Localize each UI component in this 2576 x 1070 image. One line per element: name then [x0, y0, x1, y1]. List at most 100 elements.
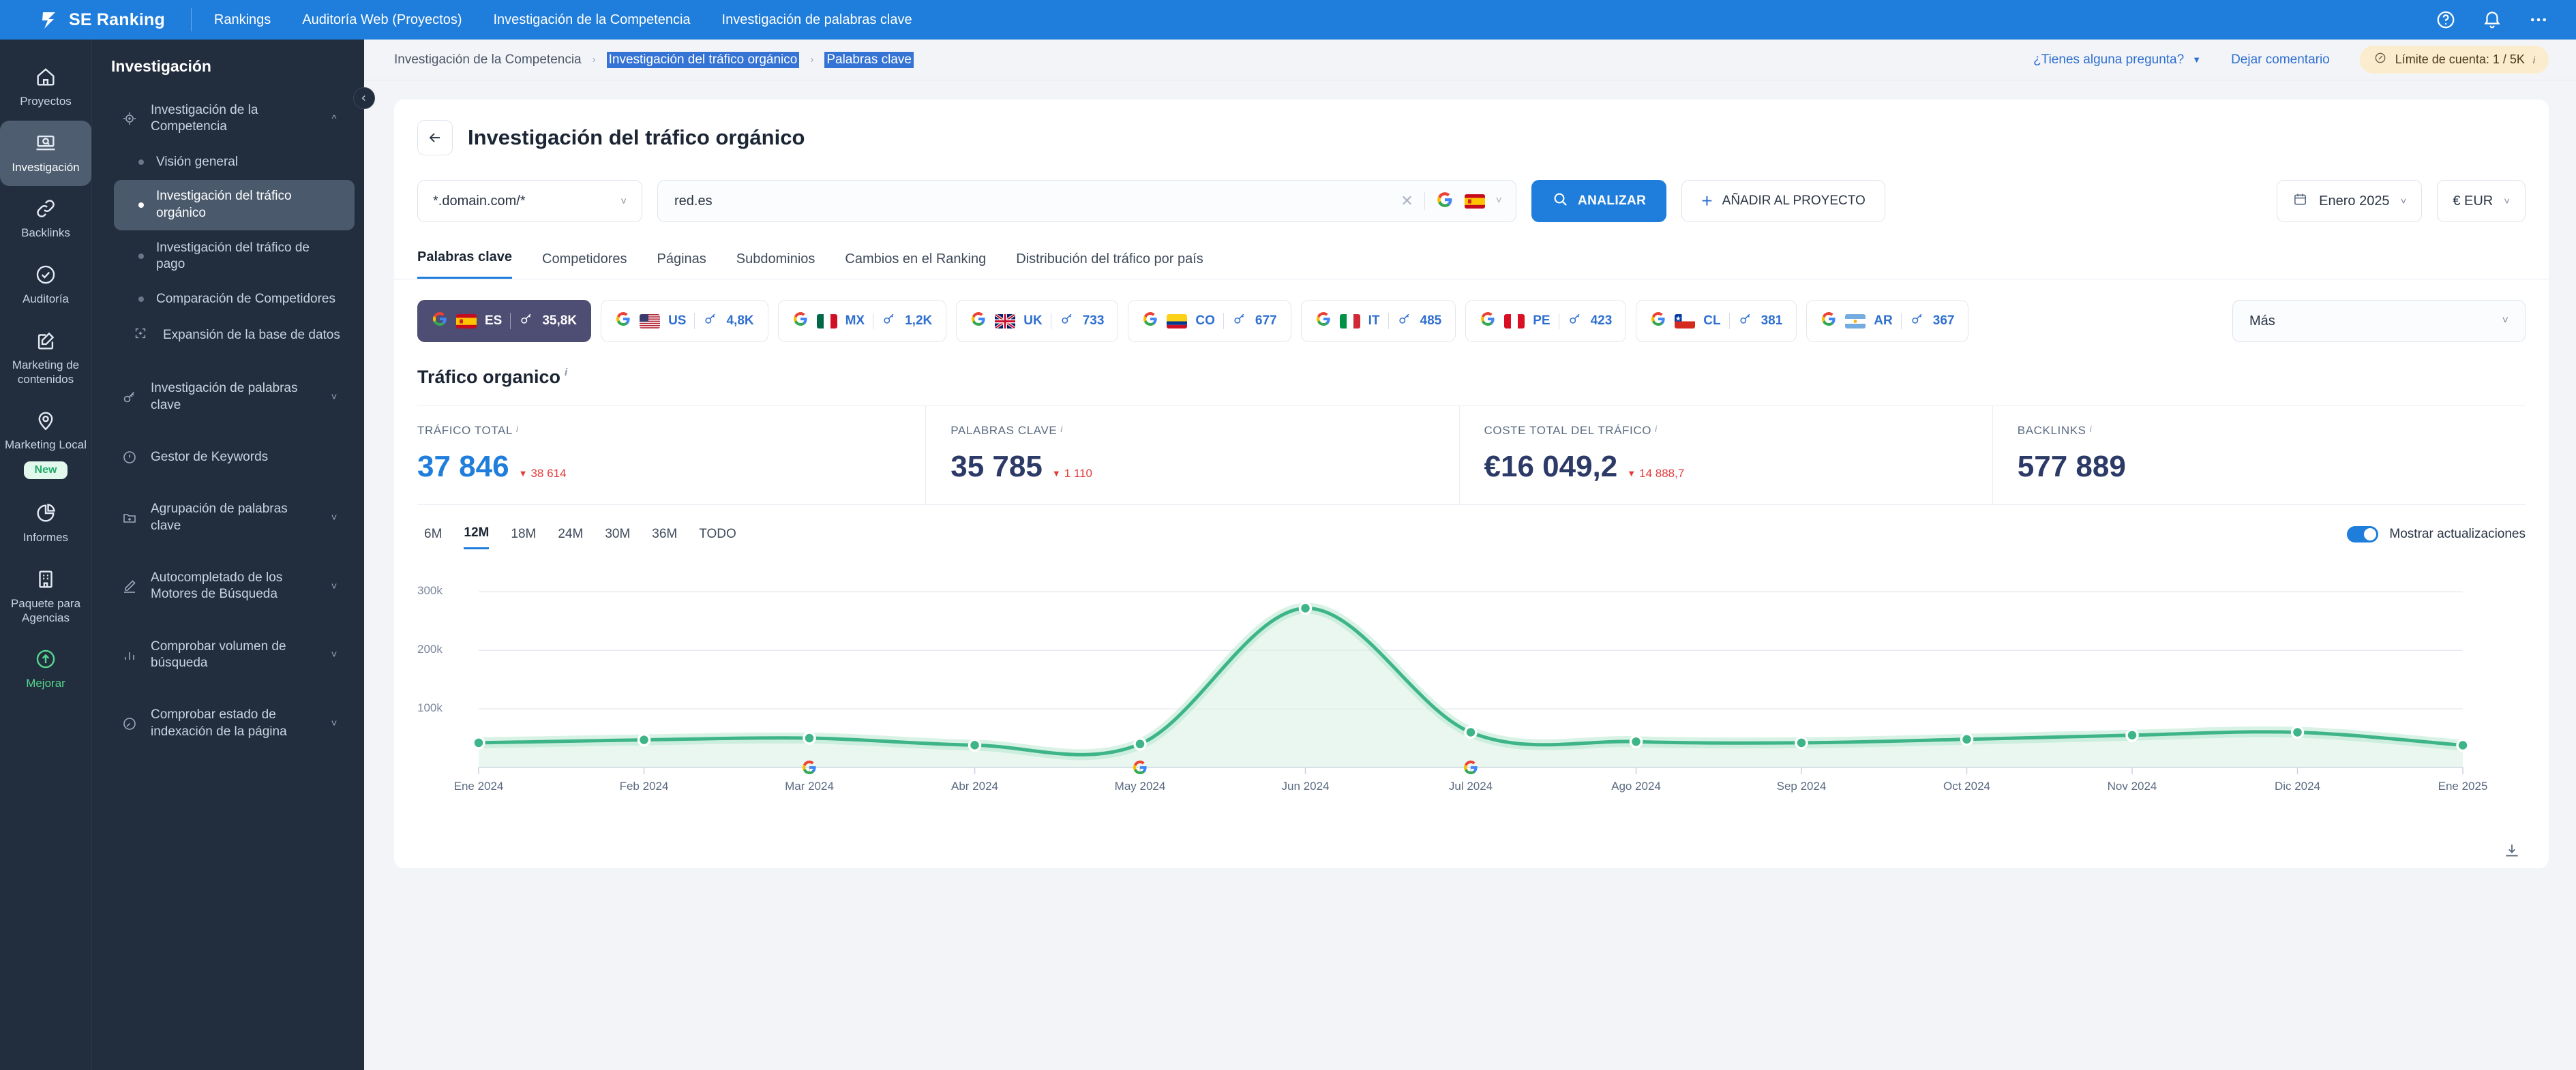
info-icon[interactable]: i: [516, 424, 519, 434]
back-button[interactable]: [417, 120, 453, 155]
search-field[interactable]: ✕: [657, 180, 1516, 222]
tab-competidores[interactable]: Competidores: [542, 251, 627, 279]
expand-icon: [133, 326, 151, 346]
date-range-select[interactable]: Enero 2025 ˅: [2277, 180, 2423, 222]
breadcrumb-item-competencia[interactable]: Investigación de la Competencia: [394, 52, 582, 67]
country-chip-it[interactable]: IT 485: [1300, 300, 1456, 342]
gauge-icon: [121, 716, 138, 732]
sidebar-item-gestor-keywords[interactable]: Gestor de Keywords: [102, 440, 355, 474]
bell-icon[interactable]: [2482, 10, 2502, 30]
tab-palabras-clave[interactable]: Palabras clave: [417, 249, 512, 279]
sidebar-item-vision-general[interactable]: Visión general: [114, 146, 355, 179]
google-update-marker-icon[interactable]: [1463, 759, 1479, 776]
metric-backlinks: BACKLINKS i 577 889: [1993, 406, 2526, 504]
rail-item-mejorar[interactable]: Mejorar: [0, 637, 91, 703]
help-icon[interactable]: [2436, 10, 2456, 30]
ask-question-dropdown[interactable]: ¿Tienes alguna pregunta? ▼: [2033, 52, 2201, 67]
topnav-item-investigacion-competencia[interactable]: Investigación de la Competencia: [493, 12, 690, 28]
breadcrumb-item-trafico-organico[interactable]: Investigación del tráfico orgánico: [606, 51, 800, 68]
rail-item-auditoria[interactable]: Auditoría: [0, 252, 91, 318]
info-icon[interactable]: i: [1655, 424, 1658, 434]
sidebar-item-expansion-base-datos[interactable]: Expansión de la base de datos: [114, 318, 355, 354]
tab-distribucion-trafico-pais[interactable]: Distribución del tráfico por país: [1016, 251, 1203, 279]
bullet-icon: [138, 159, 144, 165]
chevron-down-icon[interactable]: ˅: [327, 648, 341, 661]
google-icon: [615, 311, 631, 331]
search-input[interactable]: [674, 193, 1390, 209]
sidebar-item-trafico-organico[interactable]: Investigación del tráfico orgánico: [114, 180, 355, 230]
chevron-down-icon[interactable]: ˅: [327, 511, 341, 524]
sidebar-item-agrupacion-palabras-clave[interactable]: Agrupación de palabras clave ˅: [102, 492, 355, 543]
metric-delta: ▼ 1 110: [1052, 467, 1092, 480]
rail-item-marketing-contenidos[interactable]: Marketing de contenidos: [0, 318, 91, 398]
range-6m[interactable]: 6M: [424, 527, 442, 549]
domain-mode-select[interactable]: *.domain.com/* ˅: [417, 180, 642, 222]
country-chip-mx[interactable]: MX 1,2K: [777, 300, 947, 342]
sidebar-item-comprobar-indexacion[interactable]: Comprobar estado de indexación de la pág…: [102, 698, 355, 749]
range-30m[interactable]: 30M: [605, 527, 630, 549]
breadcrumb-item-palabras-clave[interactable]: Palabras clave: [824, 51, 914, 68]
range-18m[interactable]: 18M: [511, 527, 536, 549]
more-icon[interactable]: [2528, 10, 2549, 30]
sidebar-item-investigacion-competencia[interactable]: Investigación de la Competencia ^: [102, 93, 355, 144]
more-countries-select[interactable]: Más ˅: [2232, 300, 2526, 342]
topnav-divider: [190, 8, 192, 31]
chevron-down-icon[interactable]: ˅: [327, 717, 341, 730]
country-chip-es[interactable]: ES 35,8K: [417, 300, 592, 342]
info-icon[interactable]: i: [1060, 424, 1063, 434]
range-24m[interactable]: 24M: [558, 527, 583, 549]
sidebar-item-comparacion-competidores[interactable]: Comparación de Competidores: [114, 283, 355, 316]
traffic-chart[interactable]: 100k 200k 300k Ene 2024 Feb 2024 Mar 2024 Abr…: [417, 562, 2526, 848]
country-chip-us[interactable]: US 4,8K: [601, 300, 768, 342]
metric-value: €16 049,2: [1484, 450, 1618, 483]
sidebar-item-comprobar-volumen[interactable]: Comprobar volumen de búsqueda ˅: [102, 630, 355, 681]
currency-select[interactable]: € EUR ˅: [2437, 180, 2526, 222]
show-updates-toggle[interactable]: [2347, 525, 2379, 542]
rail-item-proyectos[interactable]: Proyectos: [0, 55, 91, 121]
topnav-item-auditoria-web[interactable]: Auditoría Web (Proyectos): [302, 12, 462, 28]
rail-item-investigacion[interactable]: Investigación: [0, 120, 91, 187]
rail-item-paquete-agencias[interactable]: Paquete para Agencias: [0, 557, 91, 637]
info-icon[interactable]: i: [2090, 424, 2093, 434]
topnav-item-rankings[interactable]: Rankings: [214, 12, 271, 28]
country-chip-uk[interactable]: UK 733: [956, 300, 1119, 342]
sidebar-collapse-button[interactable]: [353, 87, 375, 109]
add-to-project-button[interactable]: + AÑADIR AL PROYECTO: [1681, 180, 1885, 222]
range-12m[interactable]: 12M: [464, 525, 490, 549]
sidebar-item-autocompletado-motores[interactable]: Autocompletado de los Motores de Búsqued…: [102, 561, 355, 612]
chevron-down-icon[interactable]: ˅: [327, 391, 341, 403]
chevron-down-icon[interactable]: ˅: [1496, 195, 1502, 207]
leave-comment-link[interactable]: Dejar comentario: [2231, 52, 2330, 67]
brand[interactable]: SE Ranking: [39, 10, 165, 30]
rail-item-informes[interactable]: Informes: [0, 491, 91, 557]
account-limit-badge[interactable]: Límite de cuenta: 1 / 5K i: [2359, 46, 2549, 74]
rail-label: Proyectos: [20, 95, 72, 108]
tab-cambios-ranking[interactable]: Cambios en el Ranking: [845, 251, 986, 279]
analyze-button[interactable]: ANALIZAR: [1531, 180, 1667, 222]
download-icon[interactable]: [2498, 838, 2526, 863]
chevron-down-icon[interactable]: ˅: [327, 580, 341, 593]
search-row-right: Enero 2025 ˅ € EUR ˅: [2277, 180, 2549, 222]
google-icon: [1650, 311, 1666, 331]
topnav-item-investigacion-palabras-clave[interactable]: Investigación de palabras clave: [722, 12, 912, 28]
clear-icon[interactable]: ✕: [1401, 192, 1413, 210]
sidebar-item-trafico-pago[interactable]: Investigación del tráfico de pago: [114, 232, 355, 281]
country-chip-co[interactable]: CO 677: [1128, 300, 1291, 342]
sidebar-group-competencia: Investigación de la Competencia ^ Visión…: [92, 93, 364, 354]
google-update-marker-icon[interactable]: [801, 759, 818, 776]
main-area: Investigación de la Competencia › Invest…: [364, 40, 2576, 1070]
chevron-up-icon[interactable]: ^: [327, 112, 341, 125]
rail-item-marketing-local[interactable]: Marketing Local New: [0, 398, 91, 491]
tab-paginas[interactable]: Páginas: [657, 251, 706, 279]
tab-subdominios[interactable]: Subdominios: [736, 251, 815, 279]
range-36m[interactable]: 36M: [652, 527, 677, 549]
country-chip-pe[interactable]: PE 423: [1465, 300, 1627, 342]
country-chip-cl[interactable]: CL 381: [1636, 300, 1797, 342]
info-icon[interactable]: i: [2533, 55, 2535, 65]
sidebar-item-investigacion-palabras-clave[interactable]: Investigación de palabras clave ˅: [102, 371, 355, 423]
country-chip-ar[interactable]: AR 367: [1806, 300, 1969, 342]
rail-item-backlinks[interactable]: Backlinks: [0, 186, 91, 252]
range-todo[interactable]: TODO: [699, 527, 736, 549]
info-icon[interactable]: i: [565, 367, 567, 378]
google-update-marker-icon[interactable]: [1132, 759, 1148, 776]
